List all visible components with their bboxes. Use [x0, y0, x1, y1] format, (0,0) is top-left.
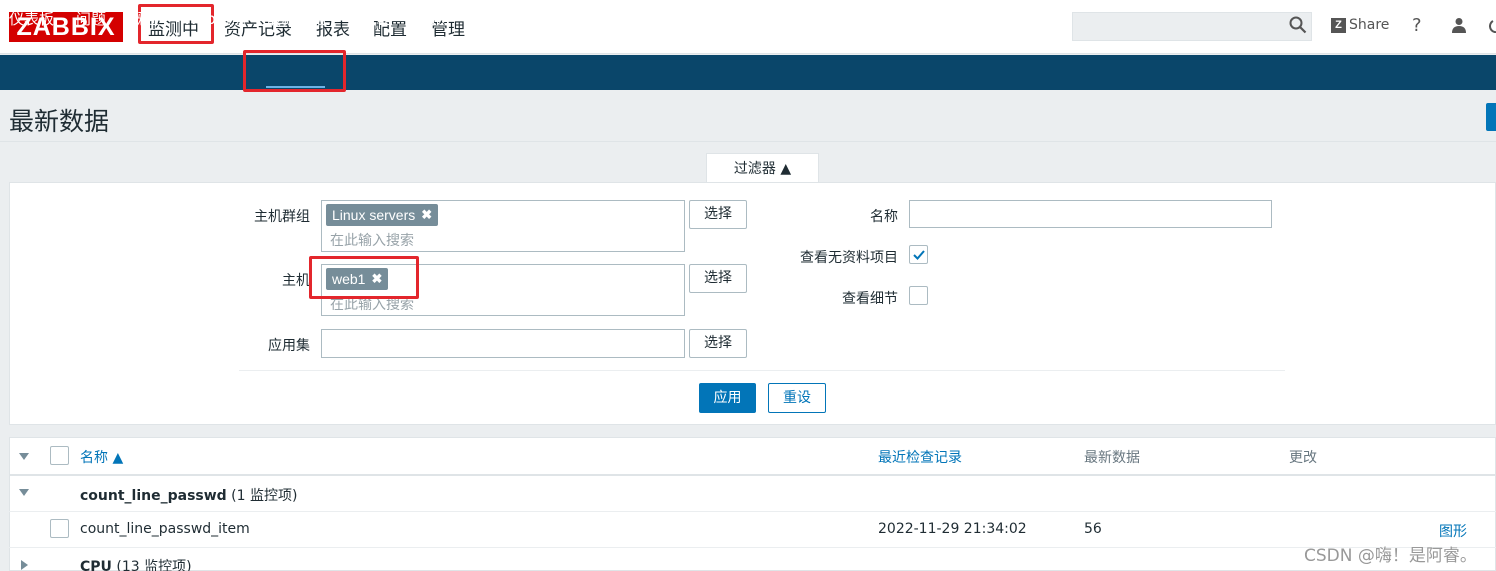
- help-button[interactable]: ?: [1412, 15, 1422, 36]
- group-count: (13 监控项): [116, 559, 192, 571]
- show-details-checkbox[interactable]: [909, 286, 928, 305]
- group-row: CPU (13 监控项): [80, 556, 192, 571]
- item-name: count_line_passwd_item: [80, 521, 250, 537]
- fullscreen-button[interactable]: [1486, 103, 1496, 131]
- host-select-button[interactable]: 选择: [689, 264, 747, 293]
- row-divider: [9, 547, 1496, 548]
- column-change-header: 更改: [1289, 450, 1317, 466]
- item-checkbox[interactable]: [50, 519, 69, 538]
- subnav-problems[interactable]: 问题: [76, 8, 106, 29]
- host-group-select-button[interactable]: 选择: [689, 200, 747, 229]
- subnav-discovery[interactable]: 自动发现: [620, 8, 680, 29]
- show-items-without-data-checkbox[interactable]: [909, 245, 928, 264]
- highlight-box-latest-data: [243, 50, 346, 92]
- share-label: Share: [1349, 17, 1390, 33]
- subnav-dashboard[interactable]: 仪表板: [9, 8, 54, 29]
- group-name: CPU: [80, 559, 112, 571]
- subnav-web[interactable]: Web监测: [183, 8, 246, 29]
- item-last-check: 2022-11-29 21:34:02: [878, 521, 1027, 537]
- host-group-multiselect[interactable]: Linux servers ✖ 在此输入搜索: [321, 200, 685, 252]
- subnav-maps[interactable]: 拓扑图: [552, 8, 597, 29]
- name-label: 名称: [870, 209, 898, 225]
- table-header-divider: [9, 474, 1496, 476]
- column-name-header[interactable]: 名称 ▲: [80, 447, 123, 467]
- column-last-check-header[interactable]: 最近检查记录: [878, 447, 962, 467]
- host-group-tag-label: Linux servers: [332, 207, 416, 223]
- host-label: 主机: [282, 273, 310, 289]
- host-group-search-input[interactable]: 在此输入搜索: [330, 230, 414, 250]
- search-icon[interactable]: [1289, 16, 1307, 34]
- application-label: 应用集: [268, 338, 310, 354]
- apply-button[interactable]: 应用: [699, 383, 756, 413]
- checkmark-icon: [913, 250, 925, 260]
- item-last-value: 56: [1084, 521, 1102, 537]
- column-last-value-header: 最新数据: [1084, 450, 1140, 466]
- sign-out-icon[interactable]: [1489, 17, 1496, 33]
- expand-group-icon[interactable]: [21, 560, 28, 570]
- watermark: CSDN @嗨！是阿睿。: [1304, 546, 1477, 566]
- reset-button[interactable]: 重设: [768, 383, 826, 413]
- show-details-label: 查看细节: [842, 291, 898, 307]
- subnav-overview[interactable]: 概述: [129, 8, 159, 29]
- sub-navigation: [0, 55, 1496, 90]
- group-row: count_line_passwd (1 监控项): [80, 485, 297, 505]
- page-title: 最新数据: [9, 107, 110, 136]
- select-all-checkbox[interactable]: [50, 446, 69, 465]
- show-items-without-data-label: 查看无资料项目: [800, 250, 898, 266]
- host-group-label: 主机群组: [254, 209, 310, 225]
- item-graph-link[interactable]: 图形: [1439, 521, 1467, 541]
- collapse-all-icon[interactable]: [19, 453, 29, 460]
- subnav-services[interactable]: 服务: [702, 8, 732, 29]
- filter-divider: [239, 370, 1285, 371]
- subnav-graphs[interactable]: 图形: [416, 8, 446, 29]
- share-button[interactable]: Z Share: [1331, 17, 1389, 33]
- application-input[interactable]: [321, 329, 685, 358]
- collapse-group-icon[interactable]: [19, 489, 29, 496]
- group-name: count_line_passwd: [80, 488, 227, 504]
- subnav-triggers[interactable]: 触发器: [347, 8, 392, 29]
- subnav-latest-data[interactable]: 最新数据: [266, 8, 326, 29]
- title-divider: [0, 141, 1496, 142]
- application-select-button[interactable]: 选择: [689, 329, 747, 358]
- remove-tag-icon[interactable]: ✖: [421, 204, 432, 226]
- user-profile-icon[interactable]: [1451, 17, 1467, 33]
- share-logo-icon: Z: [1331, 17, 1346, 33]
- name-input[interactable]: [909, 200, 1272, 228]
- filter-toggle-tab[interactable]: 过滤器 ▲: [706, 153, 819, 183]
- subnav-screens[interactable]: 聚合图形: [470, 8, 530, 29]
- global-search-input[interactable]: [1072, 12, 1312, 41]
- row-divider: [9, 511, 1496, 512]
- highlight-box-host: [309, 256, 419, 299]
- host-group-tag: Linux servers ✖: [326, 204, 439, 226]
- group-count: (1 监控项): [231, 488, 298, 504]
